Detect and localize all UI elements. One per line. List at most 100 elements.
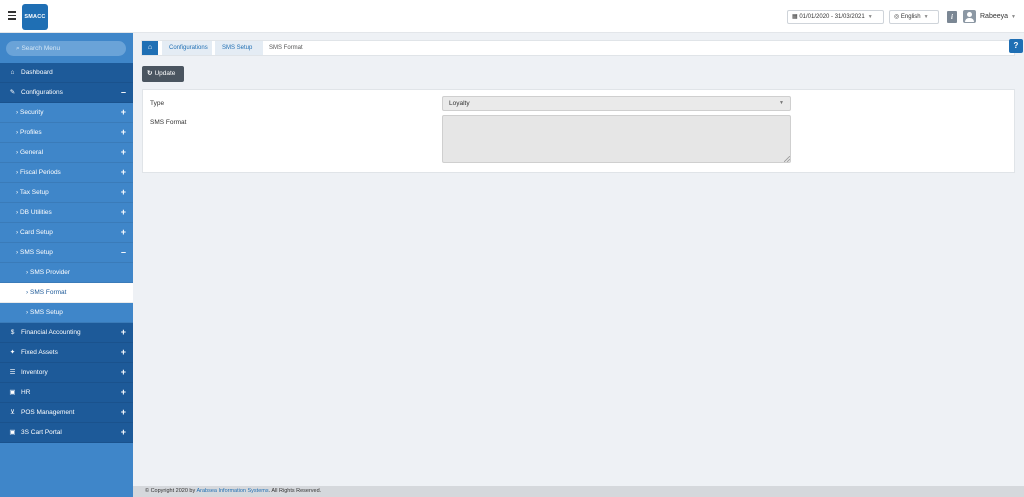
- sidebar-item-label: Tax Setup: [19, 189, 49, 196]
- collapse-icon: –: [120, 87, 126, 97]
- sidebar-item-label: DB Utilities: [19, 209, 52, 216]
- home-icon[interactable]: ⌂: [142, 41, 158, 55]
- language-selector[interactable]: ◎ English ▼: [889, 10, 939, 24]
- expand-icon: +: [120, 227, 126, 237]
- expand-icon: +: [120, 167, 126, 177]
- home-icon: ⌂: [10, 69, 15, 76]
- footer-org-link[interactable]: Arabsea Information Systems: [196, 488, 268, 494]
- sidebar-item-inventory[interactable]: ☰ Inventory +: [0, 363, 133, 383]
- sidebar-menu: ⌂ Dashboard ✎ Configurations – › Security + …: [0, 63, 133, 443]
- sms-format-label: SMS Format: [150, 119, 187, 126]
- date-range-picker[interactable]: ▦ 01/01/2020 - 31/03/2021 ▼: [787, 10, 884, 24]
- chevron-right-icon: ›: [16, 189, 19, 196]
- sidebar-item-financial-accounting[interactable]: $ Financial Accounting +: [0, 323, 133, 343]
- sidebar-item-fiscal-periods[interactable]: › Fiscal Periods +: [0, 163, 133, 183]
- sms-format-textarea[interactable]: [442, 115, 791, 163]
- chevron-down-icon: ▼: [867, 14, 873, 20]
- breadcrumb-configurations[interactable]: Configurations: [162, 41, 212, 55]
- user-avatar[interactable]: [963, 10, 976, 23]
- sidebar-item-sms-format[interactable]: › SMS Format: [0, 283, 133, 303]
- user-name: Rabeeya: [980, 13, 1009, 20]
- app-logo[interactable]: SMACC: [22, 4, 48, 30]
- type-select-value: Loyalty: [449, 100, 470, 107]
- sidebar-item-label: HR: [21, 389, 31, 396]
- expand-icon: +: [120, 387, 126, 397]
- id-card-icon: ▣: [9, 389, 16, 396]
- pin-icon: ✦: [9, 349, 16, 356]
- expand-icon: +: [120, 427, 126, 437]
- expand-icon: +: [120, 407, 126, 417]
- expand-icon: +: [120, 207, 126, 217]
- footer-prefix: © Copyright 2020 by: [145, 488, 197, 494]
- footer-suffix: . All Rights Reserved.: [268, 488, 322, 494]
- chevron-right-icon: ›: [26, 289, 29, 296]
- hamburger-menu-icon[interactable]: [8, 11, 16, 20]
- wrench-icon: ✎: [9, 89, 16, 96]
- sidebar-item-label: Inventory: [21, 369, 48, 376]
- sidebar: ⌕ Search Menu ⌂ Dashboard ✎ Configurations…: [0, 33, 133, 497]
- chevron-down-icon: ▼: [923, 14, 929, 20]
- type-label: Type: [150, 100, 165, 107]
- sidebar-item-fixed-assets[interactable]: ✦ Fixed Assets +: [0, 343, 133, 363]
- sidebar-item-security[interactable]: › Security +: [0, 103, 133, 123]
- chevron-down-icon: ▼: [779, 100, 784, 106]
- sidebar-item-profiles[interactable]: › Profiles +: [0, 123, 133, 143]
- footer: © Copyright 2020 by Arabsea Information …: [133, 486, 1024, 497]
- refresh-icon: ↻: [147, 70, 153, 77]
- sidebar-item-dashboard[interactable]: ⌂ Dashboard: [0, 63, 133, 83]
- sidebar-item-label: Fixed Assets: [21, 349, 58, 356]
- top-bar: SMACC ▦ 01/01/2020 - 31/03/2021 ▼ ◎ Engli…: [0, 0, 1024, 33]
- list-icon: ☰: [9, 369, 16, 376]
- sidebar-item-3s-cart-portal[interactable]: ▣ 3S Cart Portal +: [0, 423, 133, 443]
- sidebar-item-label: Dashboard: [21, 69, 53, 76]
- date-range-text: 01/01/2020 - 31/03/2021: [799, 14, 865, 20]
- sidebar-item-label: Fiscal Periods: [19, 169, 61, 176]
- chevron-right-icon: ›: [16, 149, 19, 156]
- chevron-right-icon: ›: [16, 249, 19, 256]
- sidebar-item-label: SMS Format: [29, 289, 67, 296]
- sms-format-form: Type Loyalty ▼ SMS Format: [142, 89, 1015, 173]
- sidebar-item-label: General: [19, 149, 44, 156]
- sidebar-item-db-utilities[interactable]: › DB Utilities +: [0, 203, 133, 223]
- user-menu[interactable]: Rabeeya ▼: [980, 13, 1016, 20]
- chevron-down-icon: ▼: [1011, 14, 1016, 20]
- sidebar-item-hr[interactable]: ▣ HR +: [0, 383, 133, 403]
- sidebar-item-tax-setup[interactable]: › Tax Setup +: [0, 183, 133, 203]
- expand-icon: +: [120, 327, 126, 337]
- expand-icon: +: [120, 147, 126, 157]
- chevron-right-icon: ›: [16, 109, 19, 116]
- chevron-right-icon: ›: [16, 209, 19, 216]
- search-placeholder: Search Menu: [21, 45, 61, 52]
- sidebar-item-label: Profiles: [19, 129, 42, 136]
- sidebar-item-sms-setup-child[interactable]: › SMS Setup: [0, 303, 133, 323]
- help-icon[interactable]: ?: [1009, 39, 1023, 53]
- chevron-right-icon: ›: [26, 269, 29, 276]
- chevron-right-icon: ›: [16, 129, 19, 136]
- sidebar-item-label: SMS Setup: [29, 309, 63, 316]
- breadcrumb-sms-format: SMS Format: [269, 45, 303, 51]
- sidebar-item-sms-setup[interactable]: › SMS Setup –: [0, 243, 133, 263]
- dollar-icon: $: [10, 329, 15, 336]
- resize-handle-icon[interactable]: [783, 155, 791, 163]
- sidebar-item-sms-provider[interactable]: › SMS Provider: [0, 263, 133, 283]
- sidebar-item-configurations[interactable]: ✎ Configurations –: [0, 83, 133, 103]
- sidebar-item-label: Security: [19, 109, 44, 116]
- sidebar-item-general[interactable]: › General +: [0, 143, 133, 163]
- sidebar-item-label: Financial Accounting: [21, 329, 81, 336]
- id-card-icon: ▣: [9, 429, 16, 436]
- type-select[interactable]: Loyalty ▼: [442, 96, 791, 111]
- chevron-right-icon: ›: [16, 229, 19, 236]
- info-icon[interactable]: i: [947, 11, 957, 23]
- chevron-right-icon: ›: [16, 169, 19, 176]
- sidebar-item-card-setup[interactable]: › Card Setup +: [0, 223, 133, 243]
- expand-icon: +: [120, 347, 126, 357]
- breadcrumb: ⌂ Configurations SMS Setup SMS Format: [141, 40, 1015, 56]
- search-menu-input[interactable]: ⌕ Search Menu: [6, 41, 126, 56]
- update-button[interactable]: ↻ Update: [142, 66, 184, 82]
- sidebar-item-pos-management[interactable]: ⊻ POS Management +: [0, 403, 133, 423]
- language-text: English: [900, 14, 921, 20]
- expand-icon: +: [120, 187, 126, 197]
- breadcrumb-sms-setup[interactable]: SMS Setup: [215, 41, 263, 55]
- sidebar-item-label: 3S Cart Portal: [21, 429, 62, 436]
- chevron-right-icon: ›: [26, 309, 29, 316]
